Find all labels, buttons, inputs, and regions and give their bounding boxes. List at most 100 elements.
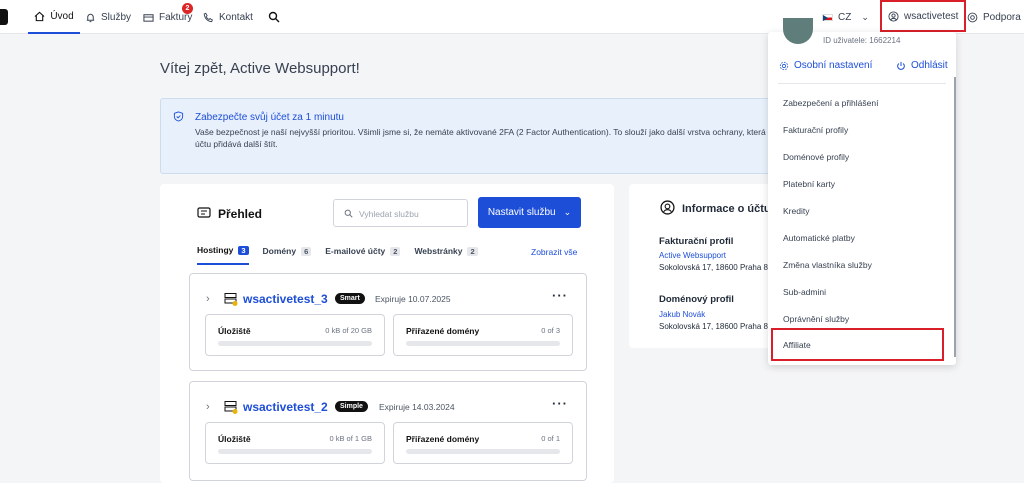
assigned-domains-box: Přiřazené domény 0 of 3 (393, 314, 573, 356)
storage-label: Úložiště (218, 434, 251, 444)
tab-label: E-mailové účty (325, 246, 386, 256)
divider (778, 83, 946, 84)
domains-value: 0 of 1 (541, 434, 560, 443)
alert-body: Vaše bezpečnost je naší nejvyšší priorit… (195, 126, 795, 150)
user-id: ID uživatele: 1662214 (823, 36, 901, 45)
storage-box: Úložiště 0 kB of 1 GB (205, 422, 385, 464)
storage-value: 0 kB of 1 GB (329, 434, 372, 443)
nav-home[interactable]: Úvod (28, 0, 80, 34)
nav-services-label: Služby (101, 11, 132, 23)
chevron-right-icon[interactable]: › (206, 293, 210, 305)
service-expiry: Expiruje 14.03.2024 (379, 402, 455, 412)
phone-icon (203, 12, 213, 22)
menu-item-billing-profiles[interactable]: Fakturační profily (783, 125, 848, 135)
personal-settings-link[interactable]: Osobní nastavení (779, 60, 872, 71)
nav-contact-label: Kontakt (219, 11, 253, 23)
billing-profile-name[interactable]: Active Websupport (659, 251, 726, 260)
language-select[interactable]: CZ ⌄ (822, 0, 869, 34)
service-name[interactable]: wsactivetest_3 (243, 292, 328, 306)
tab-count: 2 (467, 246, 478, 256)
tab-count: 3 (238, 245, 249, 255)
domains-progress-bar (406, 341, 560, 346)
menu-item-affiliate: Affiliate (783, 340, 811, 350)
service-name[interactable]: wsactivetest_2 (243, 400, 328, 414)
more-options-icon[interactable]: ··· (552, 288, 568, 303)
menu-item-payment-cards[interactable]: Platební karty (783, 179, 835, 189)
logo[interactable] (0, 9, 8, 25)
user-icon (660, 200, 675, 215)
search-button[interactable] (268, 0, 280, 34)
chevron-down-icon: ⌄ (861, 11, 869, 22)
tab-label: Webstránky (414, 246, 463, 256)
personal-settings-label: Osobní nastavení (794, 60, 873, 71)
bell-icon (86, 13, 95, 22)
czech-flag-icon (822, 13, 833, 21)
service-expiry: Expiruje 10.07.2025 (375, 294, 451, 304)
user-icon (888, 10, 899, 22)
list-icon (197, 207, 211, 218)
chevron-down-icon: ⌄ (563, 207, 572, 217)
invoices-badge: 2 (182, 3, 193, 14)
domains-label: Přiřazené domény (406, 434, 480, 444)
top-navigation: Úvod Služby Faktury 2 Kontakt CZ ⌄ wsact… (0, 0, 1024, 34)
domain-profile-title: Doménový profil (659, 294, 734, 305)
avatar (783, 18, 813, 44)
domains-progress-bar (406, 449, 560, 454)
setup-service-button[interactable]: Nastavit službu ⌄ (478, 197, 581, 228)
menu-item-credits[interactable]: Kredity (783, 206, 809, 216)
security-alert: Zabezpečte svůj účet za 1 minutu Vaše be… (160, 98, 800, 174)
dropdown-scrollbar[interactable] (954, 77, 956, 357)
domains-value: 0 of 3 (541, 326, 560, 335)
tab-label: Hostingy (197, 245, 234, 255)
tab-hostings[interactable]: Hostingy 3 (197, 245, 249, 265)
menu-item-security[interactable]: Zabezpečení a přihlášení (783, 98, 878, 108)
nav-services[interactable]: Služby (85, 0, 131, 34)
search-icon (268, 11, 280, 23)
menu-item-change-owner[interactable]: Změna vlastníka služby (783, 260, 872, 270)
wallet-icon (143, 13, 154, 22)
alert-line-1: Vaše bezpečnost je naší nejvyšší priorit… (195, 127, 795, 137)
show-all-link[interactable]: Zobrazit vše (531, 247, 577, 257)
storage-label: Úložiště (218, 326, 251, 336)
server-icon (224, 401, 238, 414)
menu-item-domain-profiles[interactable]: Doménové profily (783, 152, 849, 162)
account-info-title: Informace o účtu (682, 203, 771, 215)
nav-home-label: Úvod (50, 10, 74, 22)
language-label: CZ (838, 11, 852, 23)
storage-progress-bar (218, 449, 372, 454)
menu-item-service-permissions[interactable]: Oprávnění služby (783, 314, 849, 324)
home-icon (34, 11, 45, 21)
logout-link[interactable]: Odhlásit (896, 60, 948, 71)
menu-item-sub-admins[interactable]: Sub-admini (783, 287, 826, 297)
plan-badge: Smart (335, 293, 365, 304)
storage-progress-bar (218, 341, 372, 346)
account-info-card: Informace o účtu Fakturační profil Activ… (629, 184, 789, 348)
tab-email-accounts[interactable]: E-mailové účty 2 (325, 245, 401, 265)
tab-count: 6 (301, 246, 312, 256)
nav-contact[interactable]: Kontakt (203, 0, 253, 34)
menu-item-automatic-payments[interactable]: Automatické platby (783, 233, 855, 243)
more-options-icon[interactable]: ··· (552, 396, 568, 411)
storage-box: Úložiště 0 kB of 20 GB (205, 314, 385, 356)
alert-title[interactable]: Zabezpečte svůj účet za 1 minutu (195, 112, 344, 123)
overview-title: Přehled (218, 207, 263, 221)
domain-profile-name[interactable]: Jakub Novák (659, 310, 705, 319)
service-search-input[interactable]: Vyhledat službu (333, 199, 468, 227)
domains-label: Přiřazené domény (406, 326, 480, 336)
tab-domains[interactable]: Domény 6 (263, 245, 312, 265)
domain-profile-address: Sokolovská 17, 18600 Praha 8 (659, 322, 768, 331)
chevron-right-icon[interactable]: › (206, 401, 210, 413)
storage-value: 0 kB of 20 GB (325, 326, 372, 335)
billing-profile-address: Sokolovská 17, 18600 Praha 8 (659, 263, 768, 272)
gear-icon (779, 61, 789, 70)
shield-check-icon (173, 111, 184, 122)
service-card: › wsactivetest_3 Smart Expiruje 10.07.20… (189, 273, 587, 371)
menu-item-affiliate-highlight[interactable]: Affiliate (771, 328, 944, 361)
nav-support[interactable]: Podpora (967, 0, 1021, 34)
logout-label: Odhlásit (911, 60, 948, 71)
service-tabs: Hostingy 3 Domény 6 E-mailové účty 2 Webstr… (197, 245, 478, 265)
tab-websites[interactable]: Webstránky 2 (414, 245, 478, 265)
user-dropdown-menu: ID uživatele: 1662214 Osobní nastavení O… (768, 18, 956, 365)
setup-service-label: Nastavit službu (487, 207, 556, 218)
user-menu-button[interactable]: wsactivetest (879, 0, 967, 32)
